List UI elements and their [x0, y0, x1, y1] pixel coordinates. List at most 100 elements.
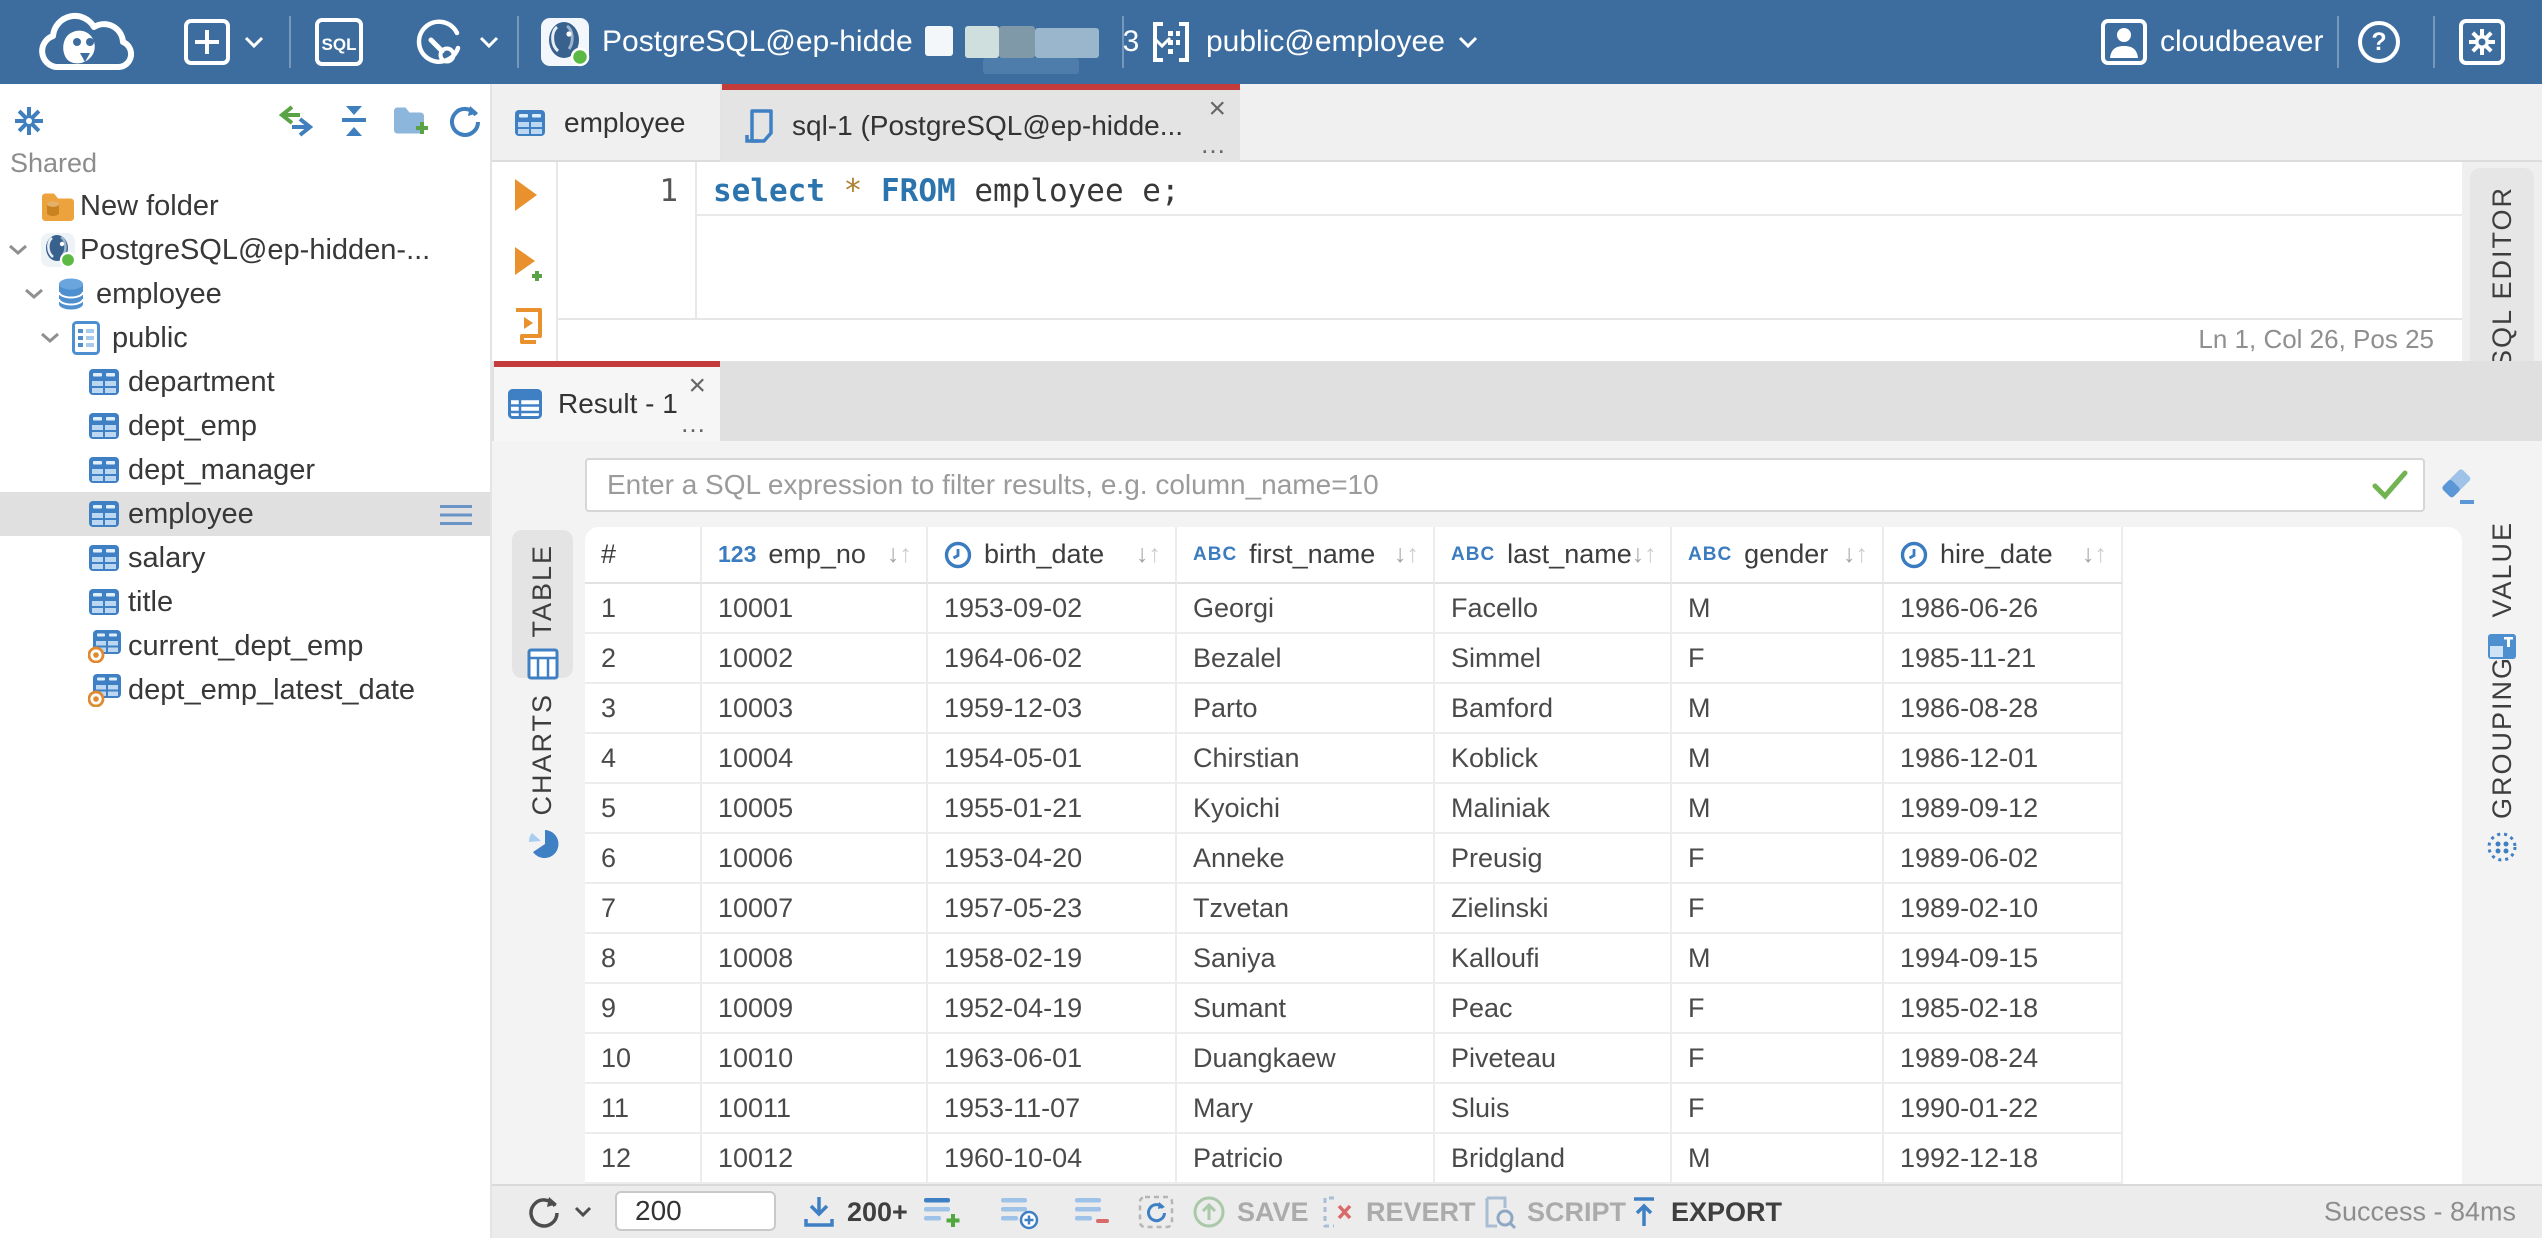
table-cell-rownum[interactable]: 1 [585, 584, 702, 634]
table-cell-gender[interactable]: F [1672, 634, 1884, 684]
table-cell-hire_date[interactable]: 1985-02-18 [1884, 984, 2123, 1034]
tree-item-employee[interactable]: employee [0, 272, 490, 316]
table-cell-birth_date[interactable]: 1960-10-04 [928, 1134, 1177, 1184]
table-cell-rownum[interactable]: 4 [585, 734, 702, 784]
table-cell-emp_no[interactable]: 10005 [702, 784, 928, 834]
cloudbeaver-logo[interactable] [30, 9, 134, 75]
table-cell-last_name[interactable]: Preusig [1435, 834, 1672, 884]
expand-chevron-icon[interactable] [23, 287, 56, 301]
tab-menu-icon[interactable]: … [1200, 129, 1228, 160]
table-cell-hire_date[interactable]: 1990-01-22 [1884, 1084, 2123, 1134]
tree-item-menu-icon[interactable] [438, 503, 474, 527]
navigator-settings-button[interactable] [12, 104, 46, 138]
table-cell-emp_no[interactable]: 10008 [702, 934, 928, 984]
table-cell-rownum[interactable]: 12 [585, 1134, 702, 1184]
table-cell-hire_date[interactable]: 1989-08-24 [1884, 1034, 2123, 1084]
table-cell-gender[interactable]: M [1672, 584, 1884, 634]
table-cell-emp_no[interactable]: 10003 [702, 684, 928, 734]
table-cell-first_name[interactable]: Georgi [1177, 584, 1435, 634]
table-cell-emp_no[interactable]: 10012 [702, 1134, 928, 1184]
table-cell-last_name[interactable]: Sluis [1435, 1084, 1672, 1134]
tab-employee[interactable]: employee [492, 84, 722, 162]
refresh-tree-button[interactable] [446, 104, 482, 138]
table-cell-birth_date[interactable]: 1952-04-19 [928, 984, 1177, 1034]
sort-icon[interactable]: ↓↑ [1394, 540, 1433, 569]
table-cell-last_name[interactable]: Facello [1435, 584, 1672, 634]
tree-item-new-folder[interactable]: New folder [0, 184, 490, 228]
table-cell-gender[interactable]: F [1672, 984, 1884, 1034]
table-cell-birth_date[interactable]: 1964-06-02 [928, 634, 1177, 684]
tree-item-salary[interactable]: salary [0, 536, 490, 580]
table-cell-first_name[interactable]: Saniya [1177, 934, 1435, 984]
connection-selector[interactable]: PostgreSQL@ep-hidde 3 [540, 17, 1173, 74]
table-cell-hire_date[interactable]: 1989-02-10 [1884, 884, 2123, 934]
table-cell-first_name[interactable]: Duangkaew [1177, 1034, 1435, 1084]
help-button[interactable]: ? [2356, 19, 2402, 65]
revert-button[interactable]: REVERT [1320, 1194, 1476, 1230]
tab-value-panel[interactable]: VALUE [2470, 521, 2534, 659]
table-cell-birth_date[interactable]: 1955-01-21 [928, 784, 1177, 834]
code-area[interactable]: 1 select * FROM employee e; [558, 162, 2462, 320]
table-cell-gender[interactable]: F [1672, 834, 1884, 884]
column-header-last_name[interactable]: ABC last_name ↓↑ [1435, 527, 1672, 584]
tree-item-dept-emp-latest-date[interactable]: dept_emp_latest_date [0, 668, 490, 712]
table-cell-birth_date[interactable]: 1953-11-07 [928, 1084, 1177, 1134]
sort-icon[interactable]: ↓↑ [1632, 540, 1671, 569]
settings-button[interactable] [2458, 18, 2506, 66]
sql-editor-button[interactable]: SQL [314, 17, 364, 67]
tab-menu-icon[interactable]: … [680, 408, 708, 439]
table-cell-emp_no[interactable]: 10006 [702, 834, 928, 884]
table-cell-last_name[interactable]: Zielinski [1435, 884, 1672, 934]
collapse-all-button[interactable] [336, 104, 372, 138]
tree-item-dept-emp[interactable]: dept_emp [0, 404, 490, 448]
table-cell-first_name[interactable]: Mary [1177, 1084, 1435, 1134]
table-cell-rownum[interactable]: 3 [585, 684, 702, 734]
table-cell-hire_date[interactable]: 1989-06-02 [1884, 834, 2123, 884]
table-cell-gender[interactable]: F [1672, 884, 1884, 934]
delete-row-button[interactable] [1073, 1194, 1111, 1230]
table-cell-emp_no[interactable]: 10007 [702, 884, 928, 934]
refresh-result-button[interactable] [524, 1194, 592, 1230]
table-cell-gender[interactable]: F [1672, 1084, 1884, 1134]
execute-new-tab-button[interactable] [512, 245, 546, 283]
table-cell-gender[interactable]: M [1672, 734, 1884, 784]
sort-icon[interactable]: ↓↑ [887, 540, 926, 569]
table-cell-last_name[interactable]: Piveteau [1435, 1034, 1672, 1084]
row-limit-input[interactable] [615, 1191, 776, 1231]
tab-table-view[interactable]: TABLE [512, 530, 573, 680]
expand-chevron-icon[interactable] [7, 243, 40, 257]
table-cell-first_name[interactable]: Kyoichi [1177, 784, 1435, 834]
table-cell-first_name[interactable]: Tzvetan [1177, 884, 1435, 934]
table-cell-emp_no[interactable]: 10010 [702, 1034, 928, 1084]
tab-sql-1[interactable]: sql-1 (PostgreSQL@ep-hidde... × … [722, 84, 1240, 162]
table-cell-emp_no[interactable]: 10009 [702, 984, 928, 1034]
table-cell-first_name[interactable]: Chirstian [1177, 734, 1435, 784]
save-button[interactable]: SAVE [1191, 1194, 1309, 1230]
execute-script-button[interactable] [512, 307, 544, 345]
table-cell-last_name[interactable]: Koblick [1435, 734, 1672, 784]
fetch-more-button[interactable]: 200+ [801, 1194, 908, 1230]
duplicate-row-button[interactable] [999, 1194, 1039, 1230]
table-cell-gender[interactable]: M [1672, 684, 1884, 734]
close-tab-icon[interactable]: × [688, 369, 706, 403]
new-object-button[interactable] [183, 18, 265, 66]
table-cell-hire_date[interactable]: 1992-12-18 [1884, 1134, 2123, 1184]
table-cell-last_name[interactable]: Maliniak [1435, 784, 1672, 834]
table-cell-rownum[interactable]: 2 [585, 634, 702, 684]
schema-selector[interactable]: public@employee [1148, 19, 1479, 65]
result-filter-input[interactable] [585, 458, 2425, 512]
new-folder-button[interactable] [392, 104, 430, 138]
tree-item-current-dept-emp[interactable]: current_dept_emp [0, 624, 490, 668]
expand-chevron-icon[interactable] [39, 331, 72, 345]
tab-charts-view[interactable]: CHARTS [512, 693, 573, 858]
sort-icon[interactable]: ↓↑ [1136, 540, 1175, 569]
column-header-gender[interactable]: ABC gender ↓↑ [1672, 527, 1884, 584]
table-cell-rownum[interactable]: 10 [585, 1034, 702, 1084]
table-cell-emp_no[interactable]: 10004 [702, 734, 928, 784]
add-row-button[interactable] [922, 1194, 962, 1230]
column-header-first_name[interactable]: ABC first_name ↓↑ [1177, 527, 1435, 584]
clear-filter-icon[interactable] [2438, 467, 2478, 507]
table-cell-birth_date[interactable]: 1959-12-03 [928, 684, 1177, 734]
execute-query-button[interactable] [512, 177, 540, 213]
edit-mode-button[interactable] [1137, 1194, 1177, 1230]
